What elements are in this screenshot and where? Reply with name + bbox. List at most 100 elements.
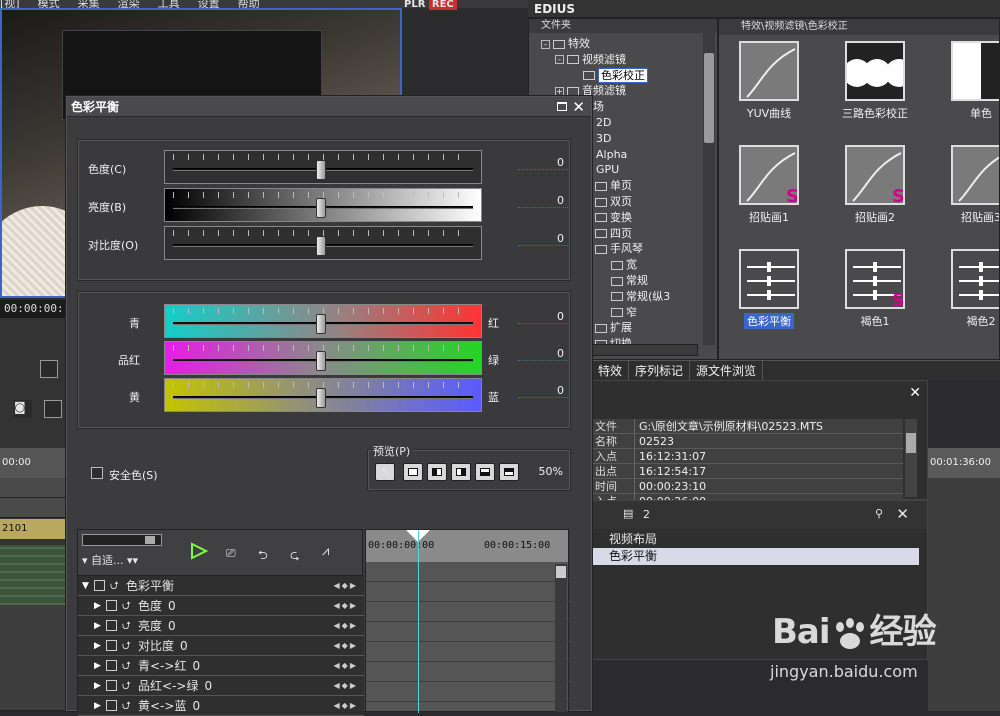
timeline-track[interactable] — [0, 478, 66, 498]
menu-item[interactable]: 渲染 — [118, 0, 140, 8]
timeline-track[interactable] — [0, 498, 66, 518]
folder-tree-hscrollbar[interactable] — [592, 344, 698, 356]
scroll-thumb[interactable] — [704, 53, 714, 143]
stop-square-icon[interactable] — [40, 360, 58, 378]
kf-mode-dropdown[interactable]: ▾ 自适... ▾▾ — [82, 552, 138, 568]
slider-knob[interactable] — [316, 198, 326, 218]
preview-full-button[interactable] — [403, 463, 423, 481]
panel-tab[interactable]: 特效 — [592, 361, 630, 381]
keyframe-checkbox[interactable] — [106, 660, 117, 671]
keyframe-lane[interactable] — [366, 602, 570, 622]
effect-thumbnail[interactable]: S 褐色1 — [825, 249, 925, 329]
play-icon[interactable] — [190, 542, 209, 565]
timeline-clip[interactable]: 2101 — [0, 519, 66, 539]
expand-arrow-icon[interactable]: ▶ — [94, 696, 101, 716]
keyframe-checkbox[interactable] — [106, 680, 117, 691]
slider-knob[interactable] — [316, 388, 326, 408]
slider-knob[interactable] — [316, 160, 326, 180]
preview-split-right-button[interactable] — [451, 463, 471, 481]
keyframe-nav-arrows[interactable]: ◀◆▶ — [334, 676, 358, 696]
tree-item[interactable]: - 视频滤镜 — [555, 53, 626, 67]
keyframe-nav-arrows[interactable]: ◀◆▶ — [334, 696, 358, 716]
effect-thumbnail[interactable]: 三路色彩校正 — [825, 41, 925, 121]
keyframe-row[interactable]: ▶ ⮍ 对比度 0 ◀◆▶ — [78, 636, 364, 656]
expand-arrow-icon[interactable]: ▶ — [94, 616, 101, 636]
tree-item[interactable]: 宽 — [597, 258, 637, 272]
info-scrollbar[interactable] — [905, 419, 917, 497]
timeline-ruler-right[interactable]: 00:01:36:00 — [928, 448, 1000, 478]
keyframe-nav-arrows[interactable]: ◀◆▶ — [334, 576, 358, 596]
tree-item[interactable]: -手风琴 — [583, 242, 643, 256]
preview-split-left-button[interactable] — [427, 463, 447, 481]
timeline-track[interactable] — [0, 605, 66, 711]
close-icon[interactable]: ✕ — [909, 385, 921, 401]
keyframe-row[interactable]: ▶ ⮍ 色度 0 ◀◆▶ — [78, 596, 364, 616]
keyframe-timeline[interactable]: 00:00:00:00 00:00:15:00 — [365, 529, 570, 713]
slider-track[interactable] — [164, 341, 482, 375]
tree-item[interactable]: 常规 — [597, 274, 648, 288]
slider-track[interactable] — [164, 150, 482, 184]
sequence-row[interactable]: 色彩平衡 — [593, 548, 919, 565]
effect-thumbnail[interactable]: S 招贴画2 — [825, 145, 925, 225]
slider-knob[interactable] — [316, 314, 326, 334]
keyframe-checkbox[interactable] — [106, 600, 117, 611]
keyframe-lane[interactable] — [366, 622, 570, 642]
keyframe-row[interactable]: ▶ ⮍ 青<->红 0 ◀◆▶ — [78, 656, 364, 676]
effect-thumbnail[interactable]: 色彩平衡 — [719, 249, 819, 329]
prev-keyframe-icon[interactable]: ⮌ — [258, 546, 268, 567]
keyframe-checkbox[interactable] — [94, 580, 105, 591]
effect-thumbnail[interactable]: YUV曲线 — [719, 41, 819, 121]
keyframe-lane[interactable] — [366, 562, 570, 582]
menu-item[interactable]: 模式 — [38, 0, 60, 8]
close-icon[interactable]: ✕ — [572, 97, 585, 117]
tree-item[interactable]: 色彩校正 — [569, 67, 648, 83]
menu-item[interactable]: [视] — [0, 0, 20, 8]
expand-arrow-icon[interactable]: ▶ — [94, 656, 101, 676]
effect-thumbnail[interactable]: S 褐色2 — [931, 249, 999, 329]
tree-item[interactable]: 常规(纵3 — [597, 290, 670, 304]
menu-item[interactable]: 工具 — [158, 0, 180, 8]
expand-arrow-icon[interactable]: ▶ — [94, 636, 101, 656]
tree-expander-icon[interactable]: - — [555, 55, 564, 65]
pencil-icon[interactable]: ✎ — [375, 463, 395, 481]
keyframe-lane[interactable] — [366, 642, 570, 662]
keyframe-lane[interactable] — [366, 582, 570, 602]
keyframe-row[interactable]: ▶ ⮍ 黄<->蓝 0 ◀◆▶ — [78, 696, 364, 716]
menu-item[interactable]: 采集 — [78, 0, 100, 8]
expand-arrow-icon[interactable]: ▶ — [94, 596, 101, 616]
keyframe-checkbox[interactable] — [106, 620, 117, 631]
safe-color-checkbox[interactable] — [91, 467, 103, 479]
sequence-row[interactable]: 视频布局 — [593, 531, 919, 548]
camera-icon[interactable]: ◙ — [14, 400, 32, 418]
panel-tab[interactable]: 源文件浏览 — [690, 361, 764, 381]
tree-item[interactable]: 窄 — [597, 306, 637, 320]
slider-track[interactable] — [164, 226, 482, 260]
slider-knob[interactable] — [316, 236, 326, 256]
panel-tab[interactable]: 序列标记 — [629, 361, 691, 381]
audio-waveform[interactable] — [0, 545, 66, 605]
slider-track[interactable] — [164, 378, 482, 412]
keyframe-row[interactable]: ▶ ⮍ 亮度 0 ◀◆▶ — [78, 616, 364, 636]
collapse-arrow-icon[interactable]: ▼ — [82, 576, 89, 596]
menu-item[interactable]: 设置 — [198, 0, 220, 8]
keyframe-ruler[interactable]: 00:00:00:00 00:00:15:00 — [366, 530, 568, 562]
dialog-title-bar[interactable]: 色彩平衡 ✕ — [67, 97, 591, 117]
slider-track[interactable] — [164, 188, 482, 222]
keyframe-nav-arrows[interactable]: ◀◆▶ — [334, 636, 358, 656]
tree-item[interactable]: - 特效 — [541, 37, 590, 51]
timeline-ruler-left[interactable]: 00:00 — [0, 448, 66, 478]
keyframe-checkbox[interactable] — [106, 640, 117, 651]
keyframe-nav-arrows[interactable]: ◀◆▶ — [334, 616, 358, 636]
maximize-icon[interactable] — [557, 102, 567, 111]
effect-thumbnail[interactable]: S 招贴画1 — [719, 145, 819, 225]
slider-knob[interactable] — [316, 351, 326, 371]
add-keyframe-icon[interactable]: ⎚ — [226, 546, 236, 561]
slider-track[interactable] — [164, 304, 482, 338]
keyframe-checkbox[interactable] — [106, 700, 117, 711]
folder-tree-scrollbar[interactable] — [703, 33, 715, 345]
keyframe-zoom-slider[interactable] — [82, 534, 162, 546]
expand-arrow-icon[interactable]: ▶ — [94, 676, 101, 696]
list-icon[interactable]: ▤ — [623, 507, 633, 520]
preview-split-top-button[interactable] — [475, 463, 495, 481]
keyframe-row[interactable]: ▶ ⮍ 品红<->绿 0 ◀◆▶ — [78, 676, 364, 696]
